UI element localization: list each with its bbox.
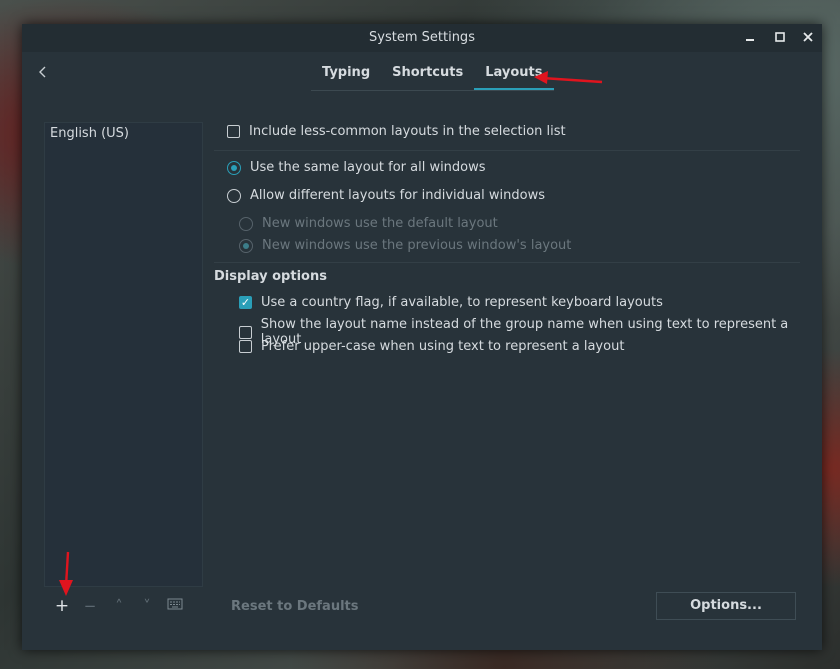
new-windows-previous-radio: New windows use the previous window's la… [239,238,571,253]
display-options-heading: Display options [214,269,327,284]
minimize-icon[interactable] [741,28,759,46]
options-button[interactable]: Options... [656,592,796,620]
move-down-button[interactable]: ˅ [138,597,156,615]
checkbox-box[interactable]: ✓ [239,296,252,309]
different-layouts-radio[interactable]: Allow different layouts for individual w… [227,188,545,203]
same-layout-label: Use the same layout for all windows [250,160,486,175]
include-less-common-checkbox[interactable]: Include less-common layouts in the selec… [227,124,566,139]
country-flag-checkbox[interactable]: ✓ Use a country flag, if available, to r… [239,295,663,310]
checkbox-box[interactable] [227,125,240,138]
list-item[interactable]: English (US) [50,126,129,141]
keyboard-icon[interactable] [166,597,184,615]
chevron-left-icon[interactable] [36,62,50,82]
upper-case-checkbox[interactable]: Prefer upper-case when using text to rep… [239,339,624,354]
include-less-common-label: Include less-common layouts in the selec… [249,124,566,139]
tab-typing[interactable]: Typing [311,62,381,88]
new-windows-previous-label: New windows use the previous window's la… [262,238,572,253]
radio-button[interactable] [227,160,241,175]
system-settings-window: System Settings Typing Shortcuts Layouts… [22,24,822,650]
title-bar[interactable]: System Settings [22,24,822,52]
reset-to-defaults-button[interactable]: Reset to Defaults [231,599,359,614]
country-flag-label: Use a country flag, if available, to rep… [261,295,663,310]
upper-case-label: Prefer upper-case when using text to rep… [261,339,625,354]
window-title: System Settings [369,30,475,45]
layouts-list[interactable]: English (US) [44,122,203,587]
divider [214,150,800,151]
divider [214,262,800,263]
annotation-arrow-icon [534,71,603,84]
tab-bar: Typing Shortcuts Layouts [311,62,554,91]
move-up-button[interactable]: ˄ [110,597,128,615]
tab-shortcuts[interactable]: Shortcuts [381,62,474,88]
radio-button [239,216,253,231]
close-icon[interactable] [799,28,817,46]
annotation-arrow-icon [59,551,73,596]
remove-layout-button[interactable]: − [81,597,99,615]
radio-button [239,238,253,253]
checkbox-box[interactable] [239,340,252,353]
same-layout-radio[interactable]: Use the same layout for all windows [227,160,486,175]
radio-button[interactable] [227,188,241,203]
new-windows-default-label: New windows use the default layout [262,216,498,231]
checkbox-box[interactable] [239,325,252,339]
new-windows-default-radio: New windows use the default layout [239,216,498,231]
maximize-icon[interactable] [771,28,789,46]
different-layouts-label: Allow different layouts for individual w… [250,188,545,203]
